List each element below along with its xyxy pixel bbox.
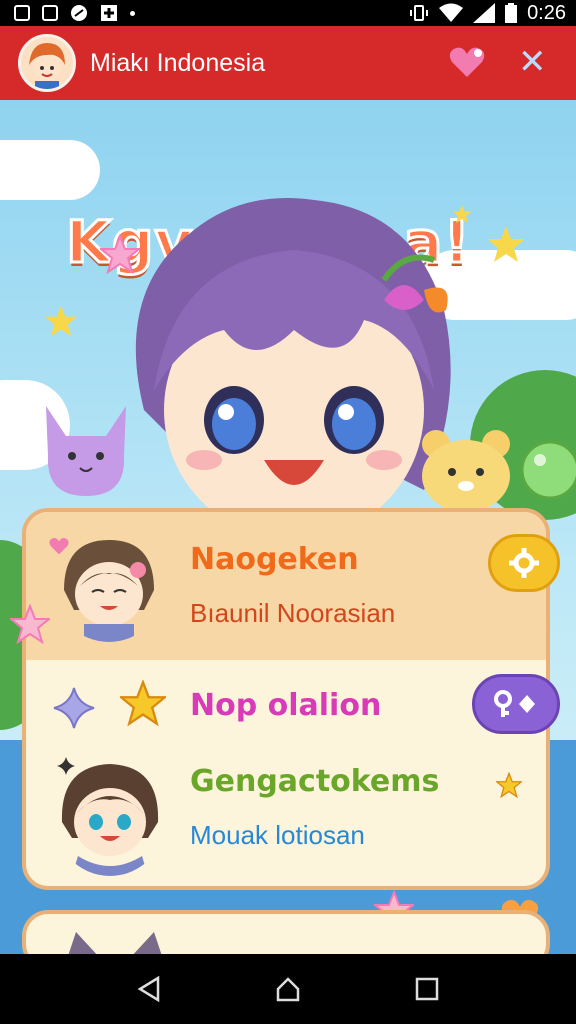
- menu-row-1[interactable]: Naogeken Bıaunil Noorasian: [26, 512, 560, 660]
- wifi-icon: [439, 3, 464, 22]
- row-subtitle: Mouak lotiosan: [190, 820, 365, 850]
- avatar[interactable]: [18, 34, 76, 92]
- navigation-bar: [0, 954, 576, 1024]
- plus-box-icon: [101, 5, 117, 21]
- star-icon: [44, 305, 78, 337]
- signal-icon: [473, 3, 496, 23]
- dot-icon: [130, 10, 135, 16]
- row-title: Gengactokems: [190, 764, 440, 799]
- row-title: Naogeken: [190, 542, 359, 577]
- sim-icon: [14, 5, 30, 21]
- character-portrait: [61, 764, 159, 876]
- row-title: Nop olalion: [190, 688, 382, 723]
- sparkle-icon: [53, 687, 95, 729]
- clock: 0:26: [527, 1, 566, 24]
- status-left-icons: [0, 4, 135, 22]
- sd-card-icon: [42, 5, 58, 21]
- home-icon[interactable]: [268, 969, 308, 1009]
- menu-row-3[interactable]: Gengactokems Mouak lotiosan: [26, 742, 546, 882]
- gear-icon: [509, 548, 539, 578]
- purple-cat-creature: [46, 406, 126, 496]
- recents-icon[interactable]: [407, 969, 447, 1009]
- status-bar: 0:26: [0, 0, 576, 26]
- status-right-icons: 0:26: [409, 2, 576, 25]
- key-button[interactable]: [472, 674, 560, 734]
- heart-icon[interactable]: [448, 44, 486, 80]
- green-bubble-decoration: [520, 440, 576, 500]
- key-icon: [494, 690, 535, 717]
- back-icon[interactable]: [129, 969, 169, 1009]
- menu-row-2[interactable]: Nop olalion: [26, 668, 560, 740]
- battery-icon: [505, 3, 518, 23]
- row-subtitle: Bıaunil Noorasian: [190, 598, 396, 628]
- star-icon: [10, 604, 50, 644]
- star-icon: [120, 680, 166, 726]
- avatar-icon: [29, 43, 65, 89]
- close-icon[interactable]: ✕: [518, 42, 547, 82]
- sync-icon: [71, 5, 87, 21]
- yellow-bear-creature: [422, 430, 510, 512]
- app-bar: Miakı Indonesia ✕: [0, 26, 576, 100]
- character-portrait: [64, 540, 154, 642]
- app-title: Miakı Indonesia: [90, 48, 266, 77]
- settings-button[interactable]: [488, 534, 560, 592]
- menu-card: Naogeken Bıaunil Noorasian Nop olalion G…: [22, 508, 560, 890]
- vibrate-icon: [410, 5, 429, 21]
- star-icon: [496, 772, 522, 798]
